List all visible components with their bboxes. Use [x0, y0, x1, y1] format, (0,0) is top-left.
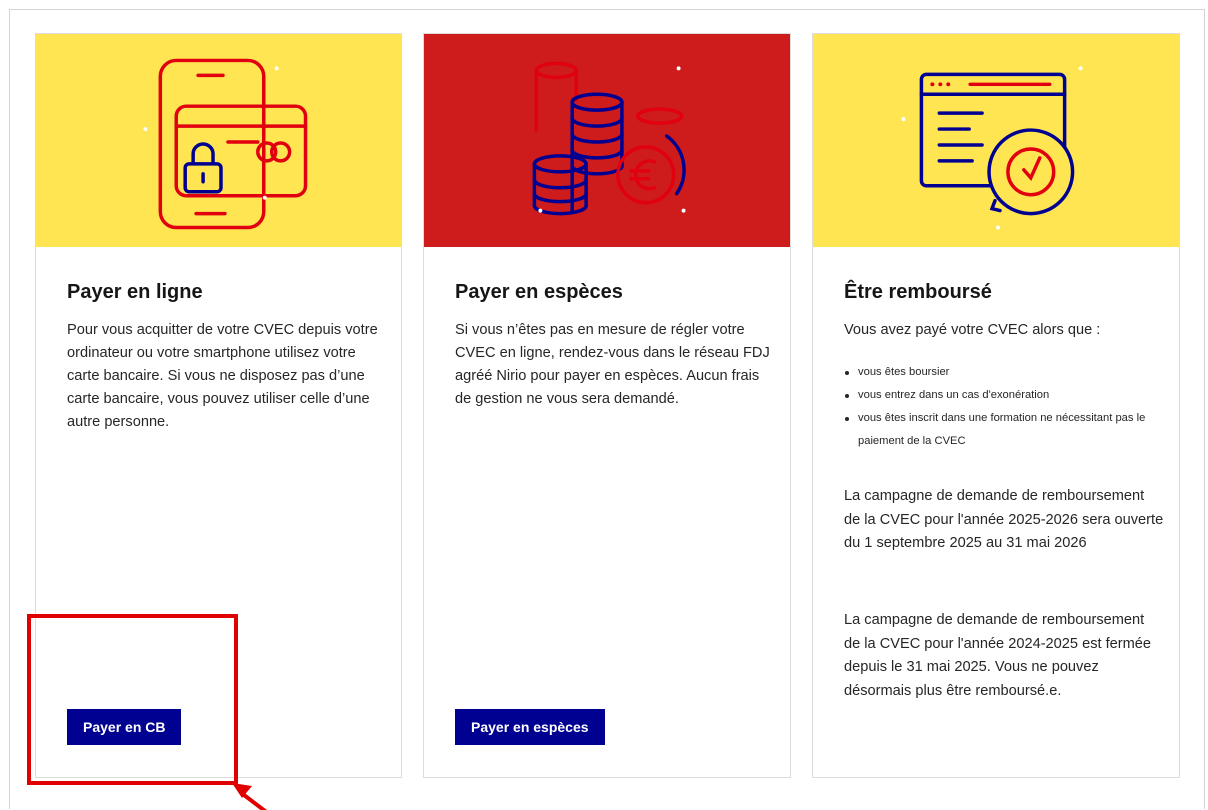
list-item: vous êtes inscrit dans une formation ne …	[844, 407, 1164, 453]
card-hero-refund	[813, 34, 1179, 247]
card-description: Pour vous acquitter de votre CVEC depuis…	[67, 322, 378, 430]
card-hero-pay-online	[36, 34, 401, 247]
list-item: vous entrez dans un cas d'exonération	[844, 384, 1164, 407]
card-title: Payer en espèces	[455, 281, 623, 303]
card-hero-pay-cash	[424, 34, 790, 247]
phone-card-lock-icon	[143, 58, 308, 230]
refund-clock-icon	[901, 66, 1083, 230]
pay-cash-button[interactable]: Payer en espèces	[455, 709, 605, 745]
bullet-dot	[845, 417, 849, 421]
list-item: vous êtes boursier	[844, 361, 1164, 384]
bullet-dot	[845, 394, 849, 398]
card-title: Être remboursé	[844, 281, 992, 303]
card-title: Payer en ligne	[67, 281, 203, 303]
coins-euro-icon	[532, 61, 686, 216]
card-intro: Vous avez payé votre CVEC alors que :	[844, 322, 1101, 338]
refund-campaign-open-text: La campagne de demande de remboursement …	[844, 488, 1164, 551]
refund-campaign-closed-text: La campagne de demande de remboursement …	[844, 612, 1152, 699]
card-pay-cash: Payer en espèces Si vous n’êtes pas en m…	[423, 33, 791, 778]
card-refund: Être remboursé Vous avez payé votre CVEC…	[812, 33, 1180, 778]
card-description: Si vous n’êtes pas en mesure de régler v…	[455, 322, 770, 407]
pay-card-button[interactable]: Payer en CB	[67, 709, 182, 745]
eligibility-list: vous êtes boursier vous entrez dans un c…	[844, 361, 1164, 453]
bullet-dot	[845, 371, 849, 375]
card-pay-online: Payer en ligne Pour vous acquitter de vo…	[35, 33, 402, 778]
